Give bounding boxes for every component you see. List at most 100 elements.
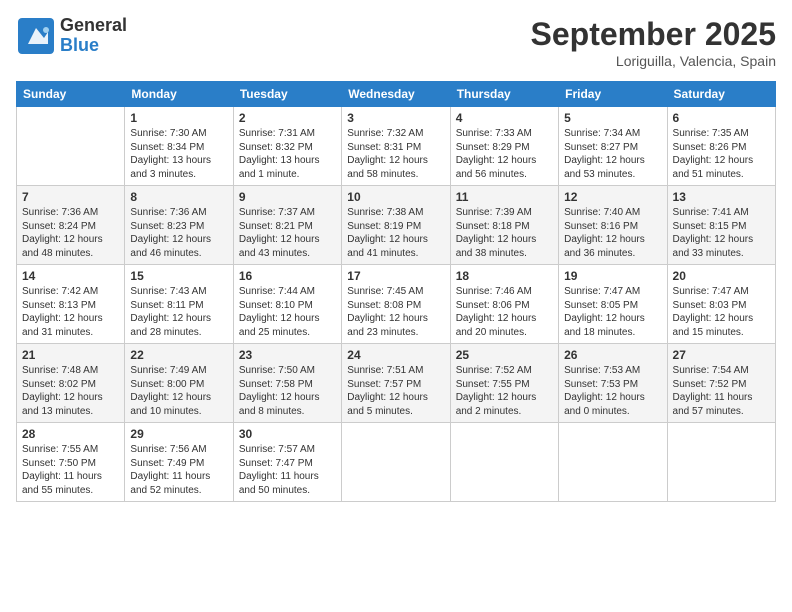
day-number: 17 — [347, 269, 444, 283]
day-of-week-header: Saturday — [667, 82, 775, 107]
day-of-week-header: Friday — [559, 82, 667, 107]
daylight-info: Daylight: 12 hours — [564, 234, 645, 245]
day-info: Sunrise: 7:33 AMSunset: 8:29 PMDaylight:… — [456, 127, 553, 181]
sunset-info: Sunset: 8:21 PM — [239, 221, 313, 232]
daylight-info: Daylight: 11 hours — [239, 471, 319, 482]
sunrise-info: Sunrise: 7:46 AM — [456, 286, 532, 297]
daylight-info: and 10 minutes. — [130, 406, 201, 417]
sunrise-info: Sunrise: 7:32 AM — [347, 128, 423, 139]
calendar-cell: 19Sunrise: 7:47 AMSunset: 8:05 PMDayligh… — [559, 265, 667, 344]
day-info: Sunrise: 7:51 AMSunset: 7:57 PMDaylight:… — [347, 364, 444, 418]
day-info: Sunrise: 7:41 AMSunset: 8:15 PMDaylight:… — [673, 206, 770, 260]
sunrise-info: Sunrise: 7:45 AM — [347, 286, 423, 297]
sunrise-info: Sunrise: 7:50 AM — [239, 365, 315, 376]
day-of-week-header: Thursday — [450, 82, 558, 107]
day-info: Sunrise: 7:46 AM Sunset: 8:06 PM Daylight:… — [456, 285, 553, 339]
calendar-cell — [667, 423, 775, 502]
day-of-week-header: Sunday — [17, 82, 125, 107]
sunset-info: Sunset: 8:05 PM — [564, 300, 638, 311]
title-block: September 2025 Loriguilla, Valencia, Spa… — [531, 16, 776, 69]
daylight-info: and 13 minutes. — [22, 406, 93, 417]
sunset-info: Sunset: 8:26 PM — [673, 142, 747, 153]
day-info: Sunrise: 7:39 AMSunset: 8:18 PMDaylight:… — [456, 206, 553, 260]
day-info: Sunrise: 7:55 AMSunset: 7:50 PMDaylight:… — [22, 443, 119, 497]
day-number: 4 — [456, 111, 553, 125]
daylight-info: and 57 minutes. — [673, 406, 744, 417]
daylight-info: and 25 minutes. — [239, 327, 310, 338]
sunset-info: Sunset: 8:32 PM — [239, 142, 313, 153]
daylight-info: and 2 minutes. — [456, 406, 522, 417]
sunset-info: Sunset: 8:06 PM — [456, 300, 530, 311]
daylight-info: and 8 minutes. — [239, 406, 305, 417]
calendar-table: SundayMondayTuesdayWednesdayThursdayFrid… — [16, 81, 776, 502]
daylight-info: Daylight: 12 hours — [673, 234, 754, 245]
sunrise-info: Sunrise: 7:42 AM — [22, 286, 98, 297]
daylight-info: Daylight: 13 hours — [239, 155, 320, 166]
day-number: 5 — [564, 111, 661, 125]
day-number: 18 — [456, 269, 553, 283]
daylight-info: Daylight: 12 hours — [130, 313, 211, 324]
daylight-info: and 50 minutes. — [239, 485, 310, 496]
sunrise-info: Sunrise: 7:56 AM — [130, 444, 206, 455]
sunset-info: Sunset: 7:53 PM — [564, 379, 638, 390]
daylight-info: and 18 minutes. — [564, 327, 635, 338]
day-number: 11 — [456, 190, 553, 204]
sunset-info: Sunset: 8:18 PM — [456, 221, 530, 232]
logo-icon — [18, 18, 54, 54]
day-number: 21 — [22, 348, 119, 362]
calendar-cell: 24Sunrise: 7:51 AMSunset: 7:57 PMDayligh… — [342, 344, 450, 423]
calendar-cell: 18 Sunrise: 7:46 AM Sunset: 8:06 PM Dayligh… — [450, 265, 558, 344]
daylight-info: Daylight: 12 hours — [456, 313, 537, 324]
day-info: Sunrise: 7:38 AMSunset: 8:19 PMDaylight:… — [347, 206, 444, 260]
daylight-info: Daylight: 12 hours — [673, 313, 754, 324]
daylight-info: Daylight: 12 hours — [564, 313, 645, 324]
sunrise-info: Sunrise: 7:57 AM — [239, 444, 315, 455]
daylight-info: Daylight: 12 hours — [130, 234, 211, 245]
sunrise-info: Sunrise: 7:44 AM — [239, 286, 315, 297]
location-title: Loriguilla, Valencia, Spain — [531, 53, 776, 69]
sunrise-info: Sunrise: 7:34 AM — [564, 128, 640, 139]
month-title: September 2025 — [531, 16, 776, 53]
sunset-info: Sunset: 8:27 PM — [564, 142, 638, 153]
sunrise-info: Sunrise: 7:48 AM — [22, 365, 98, 376]
sunset-info: Sunset: 7:55 PM — [456, 379, 530, 390]
daylight-info: Daylight: 11 hours — [673, 392, 753, 403]
day-info: Sunrise: 7:57 AMSunset: 7:47 PMDaylight:… — [239, 443, 336, 497]
day-info: Sunrise: 7:52 AMSunset: 7:55 PMDaylight:… — [456, 364, 553, 418]
calendar-cell: 9Sunrise: 7:37 AMSunset: 8:21 PMDaylight… — [233, 186, 341, 265]
sunrise-info: Sunrise: 7:30 AM — [130, 128, 206, 139]
sunset-info: Sunset: 7:50 PM — [22, 458, 96, 469]
calendar-week-row: 28Sunrise: 7:55 AMSunset: 7:50 PMDayligh… — [17, 423, 776, 502]
page-header: General Blue September 2025 Loriguilla, … — [16, 16, 776, 69]
sunset-info: Sunset: 8:13 PM — [22, 300, 96, 311]
day-number: 13 — [673, 190, 770, 204]
calendar-cell: 21Sunrise: 7:48 AMSunset: 8:02 PMDayligh… — [17, 344, 125, 423]
calendar-cell: 20Sunrise: 7:47 AMSunset: 8:03 PMDayligh… — [667, 265, 775, 344]
sunrise-info: Sunrise: 7:43 AM — [130, 286, 206, 297]
calendar-week-row: 7Sunrise: 7:36 AMSunset: 8:24 PMDaylight… — [17, 186, 776, 265]
day-number: 12 — [564, 190, 661, 204]
day-number: 30 — [239, 427, 336, 441]
calendar-cell: 4 Sunrise: 7:33 AMSunset: 8:29 PMDaylight… — [450, 107, 558, 186]
daylight-info: and 58 minutes. — [347, 169, 418, 180]
daylight-info: Daylight: 12 hours — [564, 155, 645, 166]
daylight-info: and 36 minutes. — [564, 248, 635, 259]
day-number: 20 — [673, 269, 770, 283]
day-number: 25 — [456, 348, 553, 362]
sunrise-info: Sunrise: 7:52 AM — [456, 365, 532, 376]
calendar-cell: 3Sunrise: 7:32 AMSunset: 8:31 PMDaylight… — [342, 107, 450, 186]
daylight-info: Daylight: 12 hours — [456, 155, 537, 166]
calendar-cell: 7Sunrise: 7:36 AMSunset: 8:24 PMDaylight… — [17, 186, 125, 265]
daylight-info: and 48 minutes. — [22, 248, 93, 259]
daylight-info: and 33 minutes. — [673, 248, 744, 259]
day-number: 19 — [564, 269, 661, 283]
daylight-info: Daylight: 12 hours — [22, 392, 103, 403]
calendar-cell: 15Sunrise: 7:43 AMSunset: 8:11 PMDayligh… — [125, 265, 233, 344]
daylight-info: Daylight: 12 hours — [347, 392, 428, 403]
sunrise-info: Sunrise: 7:31 AM — [239, 128, 315, 139]
daylight-info: and 1 minute. — [239, 169, 300, 180]
sunset-info: Sunset: 8:16 PM — [564, 221, 638, 232]
sunrise-info: Sunrise: 7:51 AM — [347, 365, 423, 376]
sunrise-info: Sunrise: 7:47 AM — [673, 286, 749, 297]
calendar-week-row: 21Sunrise: 7:48 AMSunset: 8:02 PMDayligh… — [17, 344, 776, 423]
